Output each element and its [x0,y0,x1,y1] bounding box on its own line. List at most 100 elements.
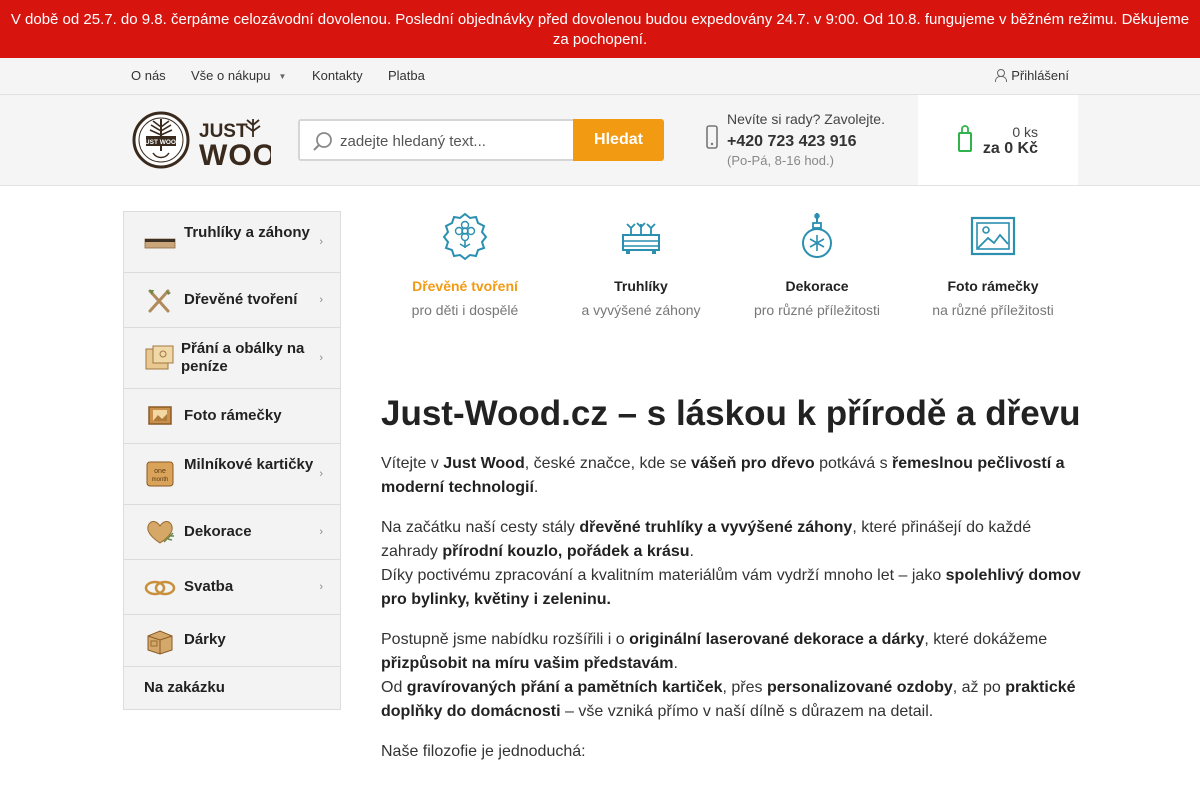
sidebar-item-drevene-tvoreni[interactable]: Dřevěné tvoření › [124,273,340,328]
sidebar-item-label: Foto rámečky [184,407,282,424]
login-link[interactable]: Přihlášení [995,68,1069,83]
planter-icon [144,238,176,249]
history-text: Díky poctivému zpracování a kvalitním ma… [381,567,946,584]
vacation-notice-banner: V době od 25.7. do 9.8. čerpáme celozávo… [0,0,1200,58]
feature-title: Dekorace [785,278,849,294]
chevron-right-icon: › [319,468,323,480]
nav-link-vse-o-nakupu[interactable]: Vše o nákupu ▼ [191,68,286,83]
cart-button[interactable]: 0 ks za 0 Kč [918,95,1078,185]
chevron-right-icon: › [319,526,323,538]
history-strong: přírodní kouzlo, pořádek a krásu [442,543,690,560]
shopping-bag-icon [958,125,972,152]
milestone-card-icon: one month [146,461,174,487]
logo-badge-text: JUST WOOD [141,139,181,146]
nav-link-vse-o-nakupu-label: Vše o nákupu [191,68,271,83]
sidebar-item-label: Milníkové kartičky [184,456,314,473]
cart-count: 0 ks [1012,124,1038,140]
nav-link-platba[interactable]: Platba [388,68,425,83]
nav-link-o-nas[interactable]: O nás [131,68,166,83]
contact-question: Nevíte si rady? Zavolejte. [727,111,885,127]
sidebar-item-foto-ramecky[interactable]: Foto rámečky [124,389,340,444]
sidebar-item-dekorace[interactable]: Dekorace › [124,505,340,560]
intro-article: Just-Wood.cz – s láskou k přírodě a dřev… [381,389,1081,764]
just-wood-logo[interactable]: JUST WOOD JUST WOOD [131,107,271,173]
history-text: . [689,543,694,560]
intro-text: , české značce, kde se [524,455,692,472]
offer-text: Postupně jsme nabídku rozšířili i o [381,631,630,648]
top-navigation: O nás Vše o nákupu ▼ Kontakty Platba Přih… [0,58,1200,95]
offer-text: , až po [952,679,1006,696]
contact-phone-link[interactable]: +420 723 423 916 [727,133,856,151]
sidebar-item-label: Na zakázku [144,679,225,696]
feature-title: Foto rámečky [947,278,1039,294]
ornament-icon [802,213,832,258]
chevron-right-icon: › [319,236,323,248]
image-frame-icon [970,216,1016,256]
sidebar-item-truhliky[interactable]: Truhlíky a záhony › [124,212,340,273]
user-icon [995,69,1008,82]
category-sidebar: Truhlíky a záhony › Dřevěné tvoření › Př… [123,211,341,710]
sidebar-item-label: Přání a obálky na peníze [181,340,305,375]
heart-decoration-icon [147,521,174,544]
sidebar-item-svatba[interactable]: Svatba › [124,560,340,615]
intro-strong: vášeň pro dřevo [691,455,815,472]
sidebar-item-na-zakazku[interactable]: Na zakázku [124,667,340,709]
history-strong: dřevěné truhlíky a vyvýšené záhony [579,519,853,536]
flower-badge-icon [442,212,488,261]
offer-strong: originální laserované dekorace a dárky [629,631,925,648]
search-field-box [298,119,574,161]
search-button[interactable]: Hledat [573,119,664,161]
sidebar-item-prani-a-obalky[interactable]: Přání a obálky na peníze › [124,328,340,389]
intro-strong: Just Wood [443,455,525,472]
chevron-right-icon: › [319,581,323,593]
sidebar-item-label: Dřevěné tvoření [184,291,298,308]
feature-subtitle: pro děti i dospělé [411,302,519,318]
feature-subtitle: na různé příležitosti [932,302,1054,318]
search-icon [313,132,332,151]
vacation-notice-text: V době od 25.7. do 9.8. čerpáme celozávo… [10,11,1190,48]
offer-paragraph: Postupně jsme nabídku rozšířili i o orig… [381,628,1081,724]
feature-truhliky[interactable]: Truhlíky a vyvýšené záhony [553,211,729,318]
search-form: Hledat [298,119,664,161]
intro-text: potkává s [814,455,893,472]
offer-strong: personalizované ozdoby [766,679,953,696]
history-paragraph: Na začátku naší cesty stály dřevěné truh… [381,516,1081,612]
offer-text: , které dokážeme [924,631,1048,648]
chevron-down-icon: ▼ [278,72,287,81]
nav-link-kontakty[interactable]: Kontakty [312,68,363,83]
feature-foto-ramecky[interactable]: Foto rámečky na různé příležitosti [905,211,1081,318]
chevron-right-icon: › [319,294,323,306]
feature-drevene-tvoreni[interactable]: Dřevěné tvoření pro děti i dospělé [377,211,553,318]
chevron-right-icon: › [319,352,323,364]
sidebar-item-milnikove-karticky[interactable]: one month Milníkové kartičky › [124,444,340,505]
intro-text: Vítejte v [381,455,444,472]
envelope-icon [145,345,174,370]
feature-subtitle: a vyvýšené záhony [581,302,701,318]
contact-hours: (Po-Pá, 8-16 hod.) [727,153,834,168]
sidebar-item-label: Svatba [184,578,234,595]
history-text: Na začátku naší cesty stály [381,519,580,536]
feature-subtitle: pro různé příležitosti [753,302,881,318]
offer-text: . [673,655,678,672]
intro-paragraph: Vítejte v Just Wood, české značce, kde s… [381,452,1081,500]
sidebar-item-darky[interactable]: Dárky [124,615,340,667]
gift-box-icon [147,630,173,655]
page-title: Just-Wood.cz – s láskou k přírodě a dřev… [381,394,1081,433]
search-input[interactable] [340,130,566,152]
feature-title: Truhlíky [614,278,668,294]
sidebar-item-label: Dárky [184,631,226,648]
milestone-card-icon-text: month [152,477,169,483]
offer-strong: gravírovaných přání a pamětních kartiček [406,679,723,696]
login-label: Přihlášení [1011,68,1069,83]
offer-text: – vše vzniká přímo v naší dílně s důraze… [560,703,934,720]
offer-text: Od [381,679,407,696]
intro-text: . [533,479,539,496]
site-header: JUST WOOD JUST WOOD Hledat Nevíte si rad… [0,95,1200,186]
tools-icon [148,289,171,313]
logo-word-wood: WOOD [199,139,271,172]
feature-title: Dřevěné tvoření [412,278,518,294]
phone-icon [706,125,718,149]
feature-dekorace[interactable]: Dekorace pro různé příležitosti [729,211,905,318]
offer-strong: přizpůsobit na míru vašim představám [381,655,674,672]
photo-frame-icon [148,406,172,425]
